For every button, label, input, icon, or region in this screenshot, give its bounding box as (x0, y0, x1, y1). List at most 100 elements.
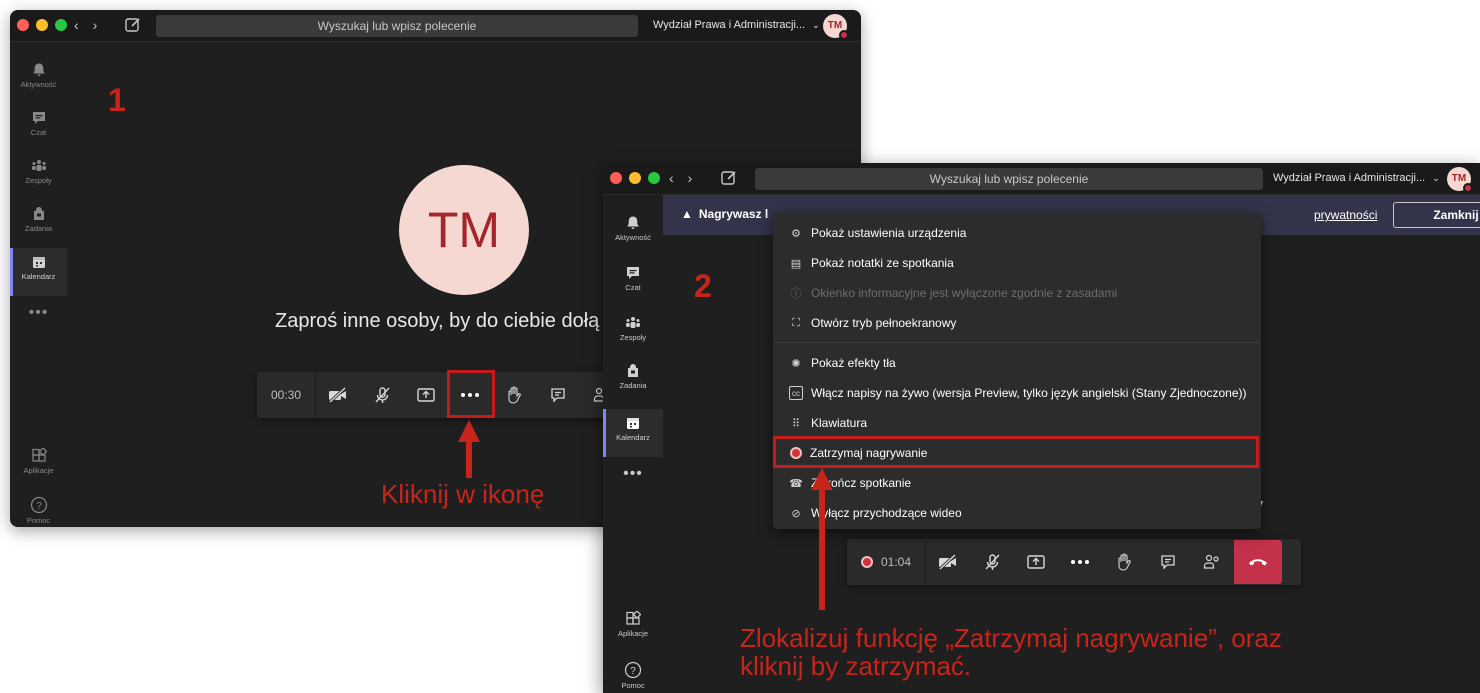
rail-label: Czat (30, 128, 47, 137)
rail-label: Aplikacje (23, 466, 54, 475)
chevron-down-icon: ⌄ (1432, 173, 1440, 183)
participants-button[interactable] (1190, 540, 1234, 584)
menu-item-background-effects[interactable]: ✺ Pokaż efekty tła (773, 348, 1261, 378)
svg-text:?: ? (630, 666, 636, 677)
menu-item-device-settings[interactable]: ⚙ Pokaż ustawienia urządzenia (773, 218, 1261, 248)
compose-icon[interactable] (720, 169, 738, 187)
recording-icon (861, 556, 873, 568)
rail-label: Zespoły (619, 333, 647, 342)
menu-item-end-meeting[interactable]: ☎ Zakończ spotkanie (773, 468, 1261, 498)
arrow-shaft-1 (466, 440, 472, 478)
org-switcher[interactable]: Wydział Prawa i Administracji... ⌄ (653, 19, 820, 31)
menu-item-meeting-notes[interactable]: ▤ Pokaż notatki ze spotkania (773, 248, 1261, 278)
menu-item-label: Włącz napisy na żywo (wersja Preview, ty… (811, 386, 1247, 400)
forward-icon[interactable]: › (688, 170, 693, 186)
chat-button[interactable] (536, 373, 580, 417)
mic-toggle-button[interactable] (970, 540, 1014, 584)
rail-label: Kalendarz (616, 433, 650, 442)
minimize-window-button[interactable] (629, 172, 641, 184)
rail-item-activity[interactable]: Aktywność (10, 56, 67, 104)
rail-label: Pomoc (26, 516, 51, 525)
rail-item-apps[interactable]: Aplikacje (10, 442, 67, 490)
menu-item-fullscreen[interactable]: ⛶ Otwórz tryb pełnoekranowy (773, 308, 1261, 338)
close-window-button[interactable] (17, 19, 29, 31)
rail-item-tasks[interactable]: Zadania (10, 200, 67, 248)
rail-item-help[interactable]: ? Pomoc (603, 655, 663, 693)
maximize-window-button[interactable] (55, 19, 67, 31)
forward-icon[interactable]: › (93, 17, 98, 33)
back-icon[interactable]: ‹ (74, 17, 79, 33)
rail-label: Zadania (619, 381, 647, 390)
instruction-text-2: Zlokalizuj funkcję „Zatrzymaj nagrywanie… (740, 624, 1282, 680)
menu-item-label: Klawiatura (811, 416, 868, 430)
end-meeting-icon: ☎ (789, 477, 803, 490)
record-icon (790, 447, 802, 459)
app-rail: Aktywność Czat Zespoły Zadania Kalendarz… (10, 42, 67, 527)
instruction-text-1: Kliknij w ikonę (381, 479, 545, 509)
menu-item-keypad[interactable]: ⠿ Klawiatura (773, 408, 1261, 438)
more-apps-icon[interactable]: ••• (10, 304, 67, 322)
share-screen-icon (1027, 555, 1045, 569)
tasks-icon (628, 364, 638, 377)
back-icon[interactable]: ‹ (669, 170, 674, 186)
rail-item-tasks[interactable]: Zadania (603, 357, 663, 405)
rail-item-calendar[interactable]: Kalendarz (10, 248, 67, 296)
help-icon: ? (624, 661, 642, 679)
more-actions-button[interactable] (1058, 540, 1102, 584)
rail-label: Kalendarz (21, 272, 56, 281)
avatar-initials: TM (1451, 173, 1467, 184)
rail-item-teams[interactable]: Zespoły (10, 152, 67, 200)
rail-item-apps[interactable]: Aplikacje (603, 605, 663, 653)
rail-item-help[interactable]: ? Pomoc (10, 490, 67, 527)
avatar[interactable]: TM (823, 14, 849, 40)
title-bar: ‹ › Wyszukaj lub wpisz polecenie Wydział… (603, 163, 1480, 195)
rail-label: Czat (625, 283, 641, 292)
org-switcher[interactable]: Wydział Prawa i Administracji... ⌄ (1273, 172, 1440, 184)
presence-badge (839, 30, 849, 40)
raise-hand-button[interactable] (492, 373, 536, 417)
apps-icon (31, 448, 47, 462)
search-input[interactable]: Wyszukaj lub wpisz polecenie (755, 168, 1263, 190)
minimize-window-button[interactable] (36, 19, 48, 31)
chat-icon (1161, 555, 1175, 570)
chevron-down-icon: ⌄ (812, 20, 820, 30)
close-window-button[interactable] (610, 172, 622, 184)
privacy-link[interactable]: prywatności (1314, 208, 1377, 222)
rail-item-activity[interactable]: Aktywność (603, 209, 663, 257)
help-icon: ? (30, 496, 47, 514)
menu-item-turn-off-video[interactable]: ⊘ Wyłącz przychodzące wideo (773, 498, 1261, 528)
raise-hand-button[interactable] (1102, 540, 1146, 584)
rail-item-calendar[interactable]: Kalendarz (603, 409, 663, 457)
gear-icon: ⚙ (791, 227, 801, 240)
hang-up-icon (1249, 559, 1268, 566)
participant-avatar: TM (399, 165, 529, 295)
compose-icon[interactable] (124, 16, 142, 34)
bell-icon (627, 216, 639, 229)
rail-label: Aplikacje (617, 629, 648, 638)
mic-toggle-button[interactable] (360, 373, 404, 417)
more-actions-button[interactable] (448, 373, 492, 417)
rail-item-chat[interactable]: Czat (603, 259, 663, 307)
share-screen-button[interactable] (1014, 540, 1058, 584)
close-banner-button[interactable]: Zamknij (1393, 202, 1480, 228)
keypad-icon: ⠿ (791, 417, 801, 430)
search-input[interactable]: Wyszukaj lub wpisz polecenie (156, 15, 638, 37)
rail-item-chat[interactable]: Czat (10, 104, 67, 152)
rail-label: Pomoc (621, 681, 645, 690)
maximize-window-button[interactable] (648, 172, 660, 184)
share-screen-button[interactable] (404, 373, 448, 417)
avatar[interactable]: TM (1447, 167, 1473, 193)
hang-up-button[interactable] (1234, 540, 1283, 584)
camera-toggle-button[interactable] (316, 373, 360, 417)
rail-item-teams[interactable]: Zespoły (603, 309, 663, 357)
raise-hand-icon (1118, 553, 1131, 571)
more-apps-icon[interactable]: ••• (603, 465, 663, 483)
fullscreen-icon: ⛶ (792, 316, 800, 329)
history-nav: ‹ › (669, 170, 692, 186)
camera-toggle-button[interactable] (926, 540, 970, 584)
chat-button[interactable] (1146, 540, 1190, 584)
menu-item-stop-recording[interactable]: Zatrzymaj nagrywanie (773, 438, 1261, 468)
history-nav: ‹ › (74, 17, 97, 33)
window-controls (17, 19, 67, 31)
menu-item-live-captions[interactable]: cc Włącz napisy na żywo (wersja Preview, … (773, 378, 1261, 408)
